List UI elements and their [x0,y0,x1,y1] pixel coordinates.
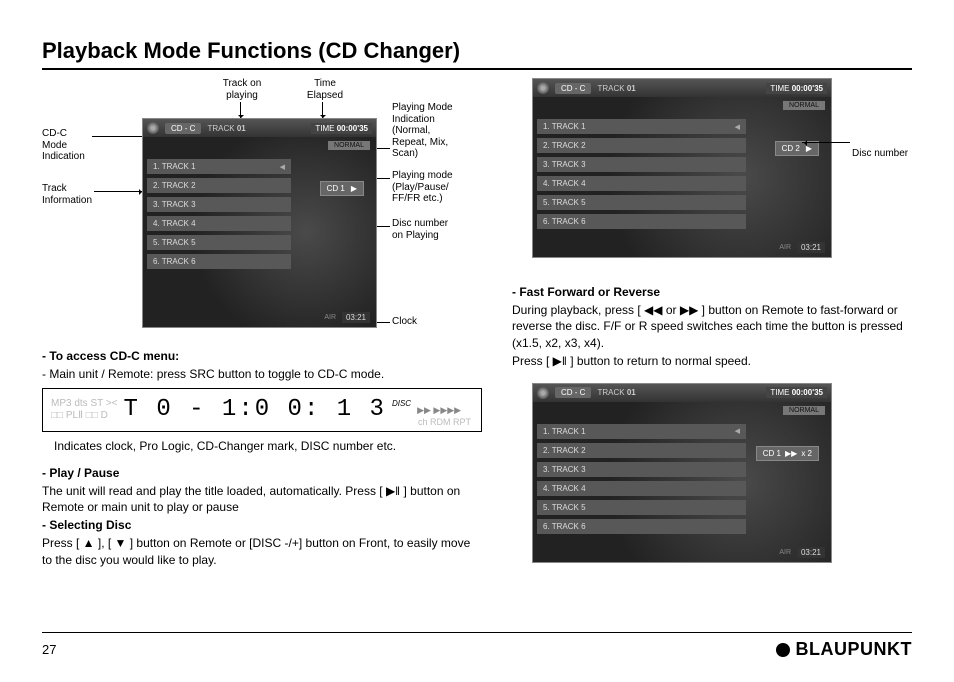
clock-display: 03:21 [797,242,825,253]
track-row: 1. TRACK 1◀ [147,159,291,174]
label-playing-mode: Playing Mode Indication (Normal, Repeat,… [392,102,477,160]
track-label: TRACK 01 [207,124,245,133]
heading-ff: - Fast Forward or Reverse [512,284,912,300]
track-row: 2. TRACK 2 [537,138,746,153]
screen-header: CD - C TRACK 01 TIME 00:00'35 [533,384,831,402]
air-label: AIR [779,549,791,556]
cd-icon [147,122,159,134]
body-select: Press [ ▲ ], [ ▼ ] button on Remote or [… [42,535,482,567]
label-track-playing: Track on playing [217,78,267,101]
heading-play: - Play / Pause [42,465,482,481]
arrow-line [802,142,850,143]
time-display: TIME 00:00'35 [766,387,827,398]
disc-indicator: CD 2▶ [775,141,819,156]
diagram-right-bottom: CD - C TRACK 01 TIME 00:00'35 NORMAL CD … [512,383,912,563]
playmode-badge: NORMAL [783,101,825,110]
track-row: 5. TRACK 5 [147,235,291,250]
disc-indicator: CD 1▶ [320,181,364,196]
body-ff-2: Press [ ▶‖ ] button to return to normal … [512,353,912,369]
track-row: 4. TRACK 4 [537,481,746,496]
label-clock: Clock [392,316,417,328]
playmode-badge: NORMAL [328,141,370,150]
track-row: 4. TRACK 4 [147,216,291,231]
lcd-footer-labels: ch RDM RPT [418,416,471,428]
track-row: 2. TRACK 2 [537,443,746,458]
screenshot-3: CD - C TRACK 01 TIME 00:00'35 NORMAL CD … [532,383,832,563]
track-row: 5. TRACK 5 [537,195,746,210]
track-row: 3. TRACK 3 [537,462,746,477]
heading-access: - To access CD-C menu: [42,348,482,364]
page-title: Playback Mode Functions (CD Changer) [42,38,912,70]
lcd-panel: MP3 dts ST >< □□ PLⅡ □□ D T 0 - 1:0 0: 1… [42,388,482,432]
label-disc-number: Disc number [852,148,908,160]
ff-speed: x 2 [801,449,812,458]
label-play-state: Playing mode (Play/Pause/ FF/FR etc.) [392,170,472,205]
lcd-left-icons: MP3 dts ST >< □□ PLⅡ □□ D [51,399,118,421]
lcd-digits: T 0 - 1:0 0: 1 3 [124,394,386,426]
screen-header: CD - C TRACK 01 TIME 00:00'35 [533,79,831,97]
lcd-caption: Indicates clock, Pro Logic, CD-Changer m… [42,438,482,454]
time-display: TIME 00:00'35 [311,123,372,134]
diagram-left: CD-C Mode Indication Track Information T… [42,78,482,338]
lcd-right-icons: ▶▶ ▶▶▶▶ [417,404,461,416]
brand-logo: BLAUPUNKT [776,639,913,660]
track-row: 5. TRACK 5 [537,500,746,515]
track-row: 6. TRACK 6 [537,519,746,534]
playmode-badge: NORMAL [783,406,825,415]
track-row: 4. TRACK 4 [537,176,746,191]
label-disc-playing: Disc number on Playing [392,218,467,241]
brand-dot-icon [776,643,790,657]
screenshot-1: CD - C TRACK 01 TIME 00:00'35 NORMAL CD … [142,118,377,328]
track-row: 1. TRACK 1◀ [537,119,746,134]
air-label: AIR [779,244,791,251]
page-footer: 27 BLAUPUNKT [42,632,912,660]
track-label: TRACK 01 [597,84,635,93]
air-label: AIR [324,314,336,321]
mode-indicator: CD - C [555,387,591,398]
track-row: 2. TRACK 2 [147,178,291,193]
body-ff-1: During playback, press [ ◀◀ or ▶▶ ] butt… [512,302,912,351]
play-icon: ▶ [351,184,357,193]
mode-indicator: CD - C [555,83,591,94]
arrow-line [92,136,147,137]
screenshot-2: CD - C TRACK 01 TIME 00:00'35 NORMAL CD … [532,78,832,258]
clock-display: 03:21 [342,312,370,323]
label-cdc-mode: CD-C Mode Indication [42,128,92,163]
body-access: - Main unit / Remote: press SRC button t… [42,366,482,382]
label-track-info: Track Information [42,183,97,206]
cd-icon [537,82,549,94]
track-row: 3. TRACK 3 [147,197,291,212]
ff-icon: ▶▶ [785,449,797,458]
time-display: TIME 00:00'35 [766,83,827,94]
track-list: 1. TRACK 1◀ 2. TRACK 2 3. TRACK 3 4. TRA… [147,159,291,273]
track-row: 6. TRACK 6 [537,214,746,229]
clock-display: 03:21 [797,547,825,558]
diagram-right-top: CD - C TRACK 01 TIME 00:00'35 NORMAL CD … [512,78,912,278]
track-row: 3. TRACK 3 [537,157,746,172]
disc-indicator: CD 1 ▶▶ x 2 [756,446,819,461]
mode-indicator: CD - C [165,123,201,134]
track-label: TRACK 01 [597,388,635,397]
body-play: The unit will read and play the title lo… [42,483,482,515]
lcd-disc-label: DISC [392,399,411,410]
track-list: 1. TRACK 1◀ 2. TRACK 2 3. TRACK 3 4. TRA… [537,424,746,538]
track-row: 1. TRACK 1◀ [537,424,746,439]
track-list: 1. TRACK 1◀ 2. TRACK 2 3. TRACK 3 4. TRA… [537,119,746,233]
screen-header: CD - C TRACK 01 TIME 00:00'35 [143,119,376,137]
heading-select: - Selecting Disc [42,517,482,533]
track-row: 6. TRACK 6 [147,254,291,269]
page-number: 27 [42,642,56,657]
cd-icon [537,387,549,399]
label-time-elapsed: Time Elapsed [300,78,350,101]
arrow-line [94,191,144,192]
